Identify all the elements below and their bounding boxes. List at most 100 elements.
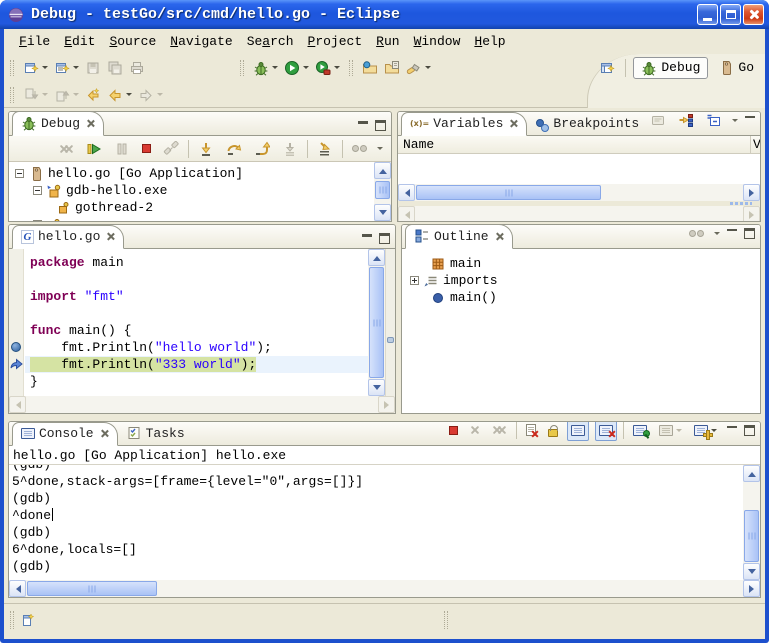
variables-column-header[interactable]: Name Value (398, 136, 760, 154)
outline-item-main-func[interactable]: main() (402, 289, 760, 306)
show-stderr-button[interactable] (595, 421, 617, 441)
code-editor[interactable]: package main import "fmt" func main() { … (25, 249, 368, 396)
console-text[interactable]: (gdb) 5^done,stack-args=[frame={level="0… (12, 465, 742, 580)
tab-variables[interactable]: Variables (401, 112, 527, 136)
debug-dropdown-icon[interactable] (272, 66, 278, 69)
show-logical-structures-button[interactable] (675, 111, 697, 131)
editor-vscrollbar[interactable] (368, 249, 385, 396)
remove-all-launches-button[interactable] (489, 421, 510, 441)
collapse-expander-icon[interactable] (33, 220, 42, 221)
name-column-header[interactable]: Name (398, 137, 434, 152)
drop-to-frame-button[interactable] (279, 138, 301, 160)
new-go-dropdown-icon[interactable] (73, 66, 79, 69)
remove-all-terminated-button[interactable] (56, 138, 77, 160)
toolbar-drag-handle[interactable] (10, 60, 14, 76)
fast-view-icon[interactable] (20, 612, 36, 628)
maximize-button[interactable] (720, 4, 741, 25)
code-line-current[interactable]: fmt.Println("333 world"); (25, 356, 368, 373)
scroll-right-button[interactable] (743, 184, 760, 201)
step-return-button[interactable] (251, 138, 273, 160)
open-element-button[interactable] (359, 57, 381, 79)
last-edit-location-button[interactable] (82, 84, 104, 106)
scroll-thumb[interactable] (375, 181, 390, 199)
search-dropdown-icon[interactable] (425, 66, 431, 69)
scroll-down-button[interactable] (368, 379, 385, 396)
save-all-button[interactable] (104, 57, 126, 79)
show-type-names-button[interactable] (647, 111, 669, 131)
collapse-expander-icon[interactable] (33, 186, 42, 195)
back-button[interactable] (104, 84, 135, 106)
scroll-up-button[interactable] (743, 465, 760, 482)
menu-navigate[interactable]: Navigate (163, 32, 239, 51)
outline-filter-button[interactable] (686, 224, 707, 244)
overview-ruler[interactable] (385, 249, 395, 396)
new-wizard-button[interactable] (20, 57, 51, 79)
code-line[interactable]: func main() { (25, 322, 368, 339)
outline-item-imports[interactable]: imports (402, 272, 760, 289)
next-annotation-button[interactable] (20, 84, 51, 106)
open-console-button[interactable] (691, 421, 720, 441)
step-into-button[interactable] (195, 138, 217, 160)
breakpoint-marker-icon[interactable] (11, 342, 21, 352)
toolbar-drag-handle[interactable] (10, 87, 14, 103)
menu-edit[interactable]: Edit (57, 32, 102, 51)
tab-close-icon[interactable] (100, 429, 109, 438)
variables-table-empty[interactable] (398, 154, 760, 184)
toolbar-drag-handle[interactable] (349, 60, 353, 76)
debug-view-extra-button[interactable] (349, 138, 370, 160)
tab-close-icon[interactable] (495, 232, 504, 241)
tab-hello-go[interactable]: hello.go (12, 225, 124, 249)
tab-outline[interactable]: Outline (405, 224, 513, 249)
view-menu-icon[interactable] (732, 119, 738, 122)
tab-tasks[interactable]: Tasks (118, 422, 193, 445)
console-hscrollbar[interactable] (9, 580, 760, 597)
perspective-debug-button[interactable]: Debug (633, 57, 708, 79)
debug-tree-item-thread[interactable]: gothread-2 (9, 199, 374, 216)
pin-console-button[interactable] (630, 421, 650, 441)
scroll-thumb[interactable] (27, 581, 157, 596)
disconnect-button[interactable] (160, 138, 182, 160)
run-launch-button[interactable] (281, 57, 312, 79)
debug-tree-item-launch[interactable]: hello.go [Go Application] (9, 165, 374, 182)
code-line[interactable]: } (25, 373, 368, 390)
use-step-filters-button[interactable] (314, 138, 336, 160)
variables-hscrollbar[interactable] (398, 184, 760, 201)
maximize-view-icon[interactable] (379, 233, 390, 244)
debug-tree-vscrollbar[interactable] (374, 162, 391, 221)
search-toolbar-button[interactable] (403, 57, 434, 79)
debug-tree-item-target[interactable]: gdb-hello.exe (9, 182, 374, 199)
scroll-thumb[interactable] (416, 185, 601, 200)
clear-console-button[interactable] (523, 421, 539, 441)
open-console-dropdown-icon[interactable] (711, 429, 717, 432)
show-stdout-button[interactable] (567, 421, 589, 441)
new-dropdown-icon[interactable] (42, 66, 48, 69)
maximize-view-icon[interactable] (744, 228, 755, 239)
tab-close-icon[interactable] (86, 119, 95, 128)
open-resource-button[interactable] (381, 57, 403, 79)
scroll-right-button[interactable] (743, 580, 760, 597)
menu-search[interactable]: Search (240, 32, 301, 51)
console-vscrollbar[interactable] (743, 465, 760, 580)
minimize-view-icon[interactable] (361, 233, 373, 244)
view-menu-icon[interactable] (714, 232, 720, 235)
resume-button[interactable] (83, 138, 105, 160)
scroll-down-button[interactable] (743, 563, 760, 580)
minimize-view-icon[interactable] (744, 115, 756, 126)
editor-area[interactable]: package main import "fmt" func main() { … (9, 249, 395, 396)
code-line-breakpoint[interactable]: fmt.Println("hello world"); (25, 339, 368, 356)
collapse-all-button[interactable] (703, 111, 725, 131)
view-menu-icon[interactable] (377, 147, 383, 150)
save-button[interactable] (82, 57, 104, 79)
code-line[interactable] (25, 271, 368, 288)
code-line[interactable]: package main (25, 254, 368, 271)
tab-console[interactable]: Console (12, 422, 118, 446)
collapse-expander-icon[interactable] (15, 169, 24, 178)
display-selected-console-button[interactable] (656, 421, 685, 441)
new-go-element-button[interactable] (51, 57, 82, 79)
open-perspective-button[interactable] (596, 57, 618, 79)
external-tools-dropdown-icon[interactable] (334, 66, 340, 69)
debug-launch-button[interactable] (250, 57, 281, 79)
tab-debug[interactable]: Debug (12, 111, 104, 136)
minimize-view-icon[interactable] (726, 228, 738, 239)
minimize-view-icon[interactable] (726, 425, 738, 436)
